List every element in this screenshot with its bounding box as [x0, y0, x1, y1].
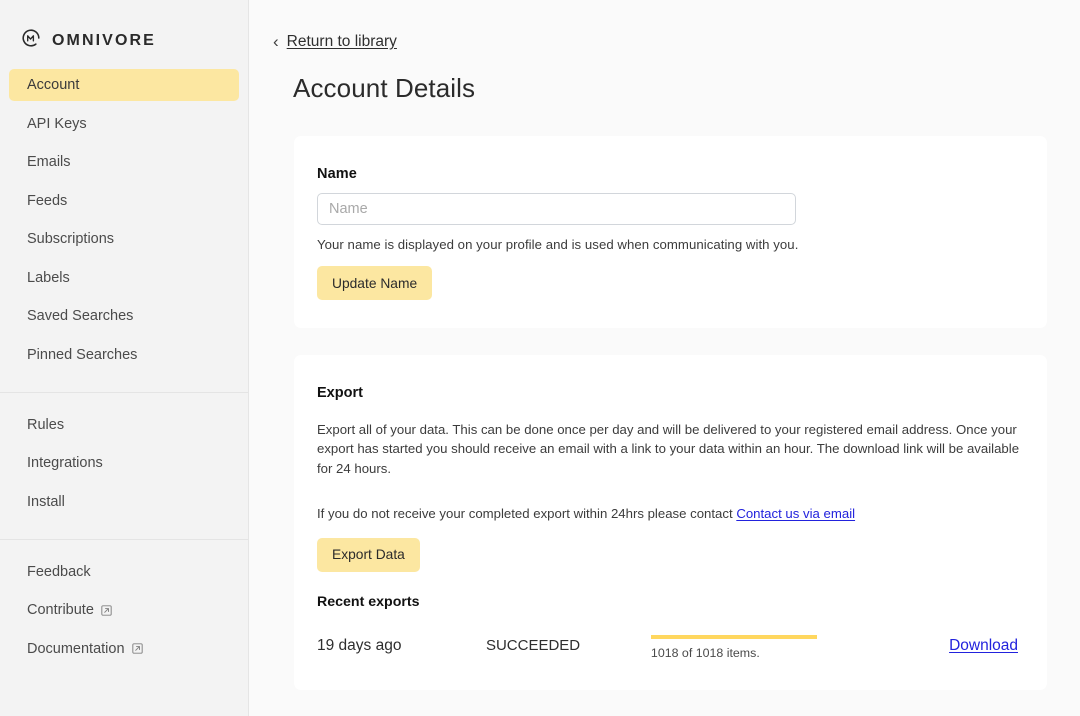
external-link-icon	[101, 604, 112, 616]
sidebar-item-label: Integrations	[27, 455, 103, 471]
sidebar-item-contribute[interactable]: Contribute	[9, 594, 239, 626]
external-link-icon	[131, 643, 143, 654]
sidebar-item-rules[interactable]: Rules	[9, 409, 239, 441]
export-card: Export Export all of your data. This can…	[294, 355, 1047, 690]
sidebar-item-api-keys[interactable]: API Keys	[9, 108, 239, 140]
sidebar-item-documentation[interactable]: Documentation	[9, 633, 239, 665]
sidebar-item-feedback[interactable]: Feedback	[9, 556, 239, 588]
settings-sidebar: OMNIVORE Account API Keys Emails Feeds S…	[0, 0, 249, 716]
update-name-button[interactable]: Update Name	[317, 266, 433, 300]
export-data-button[interactable]: Export Data	[317, 537, 420, 572]
app-root: OMNIVORE Account API Keys Emails Feeds S…	[0, 0, 1080, 716]
sidebar-item-label: Feedback	[27, 563, 91, 580]
export-description: Export all of your data. This can be don…	[317, 422, 1020, 476]
sidebar-item-label: Labels	[27, 269, 70, 286]
name-helper-text: Your name is displayed on your profile a…	[317, 237, 799, 252]
recent-exports-title: Recent exports	[317, 593, 420, 610]
contact-us-via-email-link[interactable]: Contact us via email	[736, 506, 855, 521]
chevron-left-icon: ‹	[273, 31, 279, 51]
sidebar-item-label: Rules	[27, 416, 65, 433]
sidebar-item-emails[interactable]: Emails	[9, 146, 239, 178]
export-contact-line: If you do not receive your completed exp…	[317, 504, 1023, 523]
sidebar-item-account[interactable]: Account	[9, 69, 239, 101]
sidebar-item-integrations[interactable]: Integrations	[9, 447, 239, 479]
sidebar-item-feeds[interactable]: Feeds	[9, 185, 239, 217]
export-row-status: SUCCEEDED	[485, 637, 581, 655]
sidebar-item-labels[interactable]: Labels	[9, 262, 239, 294]
sidebar-group-support: Feedback Contribute Documentation	[0, 556, 248, 665]
sidebar-item-label: Emails	[27, 154, 71, 170]
export-row-download: Download	[949, 637, 1024, 655]
export-row-date: 19 days ago	[317, 636, 402, 654]
sidebar-item-label: Documentation	[27, 640, 125, 657]
sidebar-item-pinned-searches[interactable]: Pinned Searches	[9, 339, 239, 371]
return-to-library-label: Return to library	[286, 33, 397, 50]
sidebar-item-saved-searches[interactable]: Saved Searches	[9, 300, 239, 332]
name-field-label: Name	[317, 166, 357, 182]
sidebar-item-label: Pinned Searches	[27, 346, 138, 363]
export-section-title: Export	[317, 385, 363, 401]
sidebar-item-subscriptions[interactable]: Subscriptions	[9, 223, 239, 255]
sidebar-item-label: Subscriptions	[27, 231, 115, 247]
download-link[interactable]: Download	[949, 637, 1018, 654]
sidebar-item-label: Feeds	[27, 192, 68, 209]
sidebar-item-label: Contribute	[27, 602, 94, 618]
sidebar-item-label: Install	[27, 493, 65, 510]
sidebar-item-label: Account	[27, 77, 80, 93]
export-row-progress: 1018 of 1018 items.	[650, 632, 949, 660]
progress-caption: 1018 of 1018 items.	[650, 645, 760, 660]
sidebar-group-tools: Rules Integrations Install	[0, 409, 248, 518]
return-to-library-link[interactable]: ‹ Return to library	[249, 0, 397, 51]
sidebar-item-install[interactable]: Install	[9, 486, 239, 518]
brand-name: OMNIVORE	[52, 31, 156, 49]
sidebar-item-label: API Keys	[27, 115, 87, 132]
progress-bar	[650, 634, 817, 639]
sidebar-item-label: Saved Searches	[27, 308, 134, 324]
export-contact-prefix: If you do not receive your completed exp…	[317, 506, 737, 522]
brand-logo[interactable]: OMNIVORE	[0, 0, 248, 62]
page-title: Account Details	[293, 73, 476, 103]
progress-bar-fill	[650, 634, 817, 639]
name-input[interactable]	[317, 193, 796, 225]
sidebar-group-primary: Account API Keys Emails Feeds Subscripti…	[0, 69, 248, 371]
main-content: ‹ Return to library Account Details Name…	[249, 0, 1080, 716]
table-row: 19 days ago SUCCEEDED 1018 of 1018 items…	[317, 626, 1024, 666]
name-card: Name Your name is displayed on your prof…	[294, 136, 1047, 328]
omnivore-circle-m-logo-icon	[20, 27, 42, 54]
